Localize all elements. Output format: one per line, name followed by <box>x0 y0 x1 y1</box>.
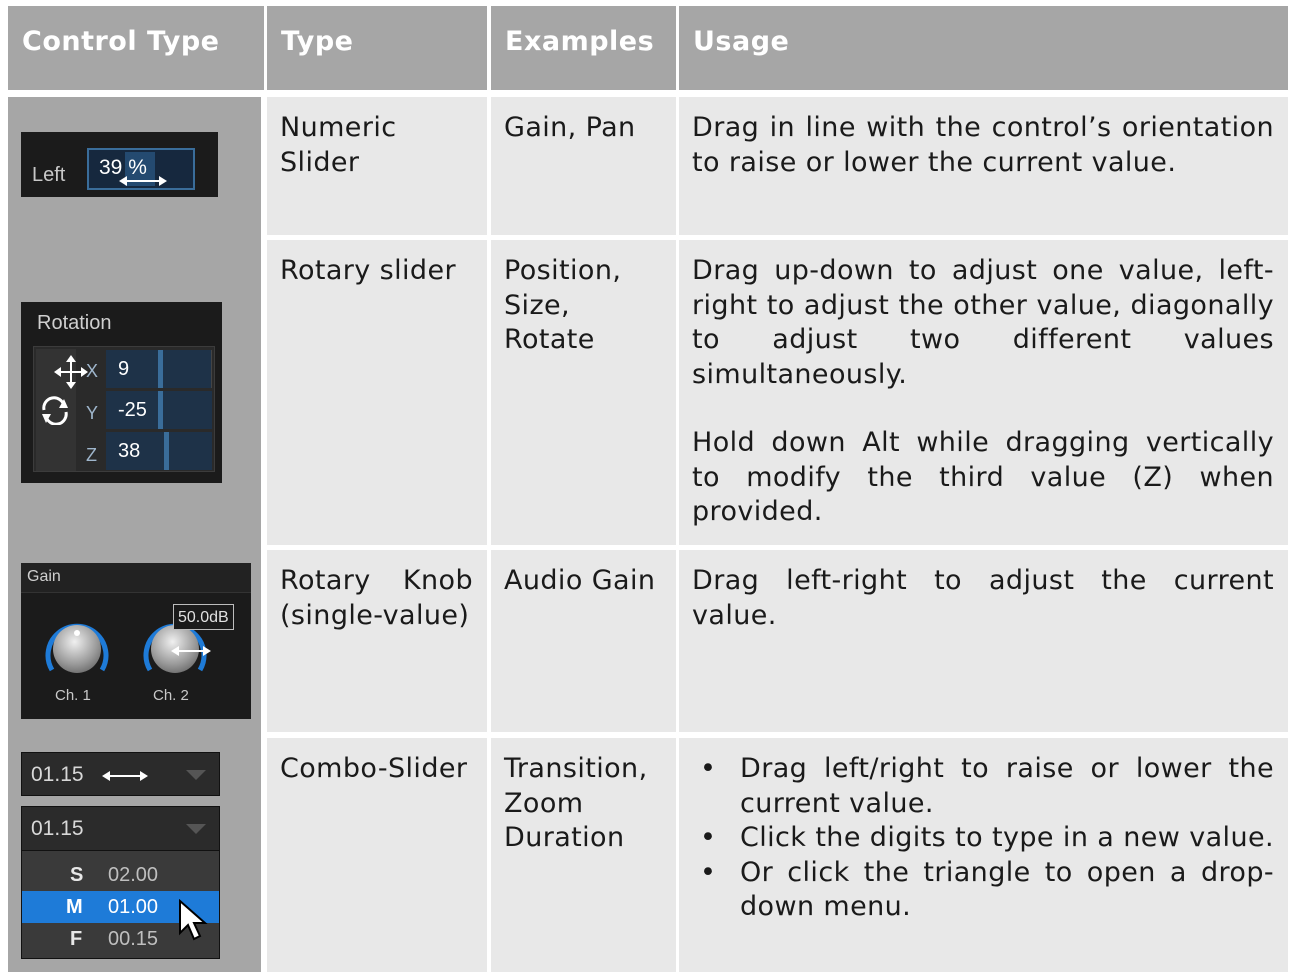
menu-item-s: S 02.00 <box>22 859 219 891</box>
row3-examples: Audio Gain <box>491 550 676 732</box>
x-axis-label: X <box>86 361 99 381</box>
knob-1 <box>53 625 101 673</box>
row4-type: Combo-Slider <box>267 738 487 972</box>
z-value-field: 38 <box>106 432 212 470</box>
row4-example-1: Transition, <box>504 753 648 784</box>
menu-item-s-key: S <box>70 864 84 886</box>
combo-slider-image: 01.15 <box>21 752 220 796</box>
x-slider-fill <box>158 350 163 388</box>
gain-title: Gain <box>27 568 61 585</box>
numeric-slider-field: 39 % <box>87 148 195 190</box>
move-arrows-icon <box>54 355 88 389</box>
dropdown-triangle-icon <box>186 770 206 780</box>
row4-usage-item-2: Click the digits to type in a new value. <box>692 821 1274 856</box>
row4-usage-item-1: Drag left/right to raise or lower the cu… <box>692 752 1274 821</box>
row2-example-3: Rotate <box>504 324 595 355</box>
y-axis-label: Y <box>86 403 99 423</box>
row4-usage-list: Drag left/right to raise or lower the cu… <box>692 752 1274 925</box>
row1-type: Numeric Slider <box>267 97 487 235</box>
x-value: 9 <box>118 358 130 380</box>
row1-usage: Drag in line with the control’s orientat… <box>679 97 1288 235</box>
row2-type: Rotary slider <box>267 240 487 545</box>
header-usage: Usage <box>679 6 1288 90</box>
z-slider-fill <box>164 432 169 470</box>
row2-examples: Position, Size, Rotate <box>491 240 676 545</box>
horizontal-arrows-icon <box>119 176 167 186</box>
row2-example-2: Size, <box>504 289 571 321</box>
y-value-field: -25 <box>106 391 212 429</box>
rotation-title: Rotation <box>37 312 112 334</box>
menu-item-f-key: F <box>70 928 83 950</box>
y-slider-fill <box>158 391 163 429</box>
combo-dropdown-image: 01.15 S 02.00 M 01.00 F 00.15 <box>21 806 220 959</box>
gain-tooltip: 50.0dB <box>173 604 234 630</box>
knob-1-label: Ch. 1 <box>55 687 91 704</box>
z-value: 38 <box>118 440 141 462</box>
row4-examples: Transition, Zoom Duration <box>491 738 676 972</box>
menu-item-f-value: 00.15 <box>108 928 159 950</box>
row4-example-3: Duration <box>504 822 625 853</box>
header-control-type: Control Type <box>8 6 264 90</box>
knob-2-label: Ch. 2 <box>153 687 189 704</box>
z-axis-label: Z <box>86 445 97 465</box>
dropdown-triangle-icon <box>186 824 206 834</box>
rotation-panel: X Y Z 9 -25 38 <box>33 346 215 472</box>
row2-usage-paragraph-2: Hold down Alt while dragging vertically … <box>692 427 1274 527</box>
combo-value-2: 01.15 <box>31 817 84 840</box>
rotary-slider-image: Rotation X Y Z 9 -25 38 <box>21 302 222 483</box>
row2-example-1: Position, <box>504 255 622 286</box>
x-value-field: 9 <box>106 350 212 388</box>
header-type: Type <box>267 6 487 90</box>
numeric-slider-image: Left 39 % <box>21 132 218 197</box>
row2-usage-paragraph-1: Drag up-down to adjust one value, left-r… <box>692 255 1274 390</box>
horizontal-arrows-icon <box>102 771 148 781</box>
rotate-icon <box>42 396 68 425</box>
knob-1-indicator <box>74 630 80 636</box>
rotary-knob-image: Gain Ch. 1 Ch. 2 50.0dB <box>21 563 251 719</box>
mouse-cursor-icon <box>179 899 208 941</box>
row1-examples: Gain, Pan <box>491 97 676 235</box>
y-value: -25 <box>118 399 147 421</box>
row4-example-2: Zoom <box>504 787 584 819</box>
row3-usage: Drag left-right to adjust the current va… <box>679 550 1288 732</box>
menu-item-m-value: 01.00 <box>108 896 159 918</box>
numeric-slider-label: Left <box>32 164 66 186</box>
row2-usage: Drag up-down to adjust one value, left-r… <box>679 240 1288 545</box>
row4-usage: Drag left/right to raise or lower the cu… <box>679 738 1288 972</box>
menu-item-m-key: M <box>66 896 83 918</box>
horizontal-arrows-icon <box>171 646 211 656</box>
combo-value-1: 01.15 <box>31 763 84 786</box>
menu-item-s-value: 02.00 <box>108 864 159 886</box>
row4-usage-item-3: Or click the triangle to open a drop-dow… <box>692 856 1274 925</box>
header-examples: Examples <box>491 6 676 90</box>
row3-type: Rotary Knob (single-value) <box>267 550 487 732</box>
